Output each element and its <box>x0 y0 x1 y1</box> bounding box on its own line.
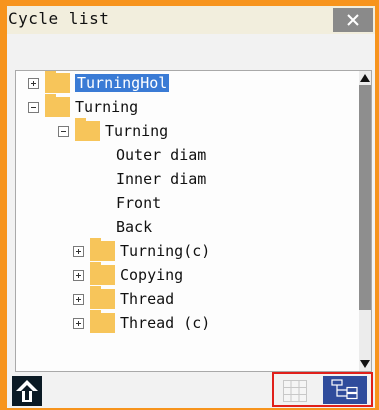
tree-item-label: Back <box>116 218 153 236</box>
window-title: Cycle list <box>8 9 110 28</box>
expand-icon[interactable] <box>73 317 84 329</box>
scroll-up-button[interactable] <box>359 71 371 85</box>
folder-icon <box>90 262 115 285</box>
close-icon <box>347 14 359 26</box>
collapse-icon[interactable] <box>58 125 69 137</box>
tree-item-label: Copying <box>120 266 184 284</box>
folder-icon <box>90 238 115 261</box>
close-button[interactable] <box>333 8 373 32</box>
tree-item-label: TurningHol <box>75 74 170 92</box>
scroll-down-icon <box>360 360 370 368</box>
expand-icon[interactable] <box>28 77 39 89</box>
folder-icon <box>45 94 70 117</box>
tree-item-label: Front <box>116 194 162 212</box>
tree-item-label: Turning(c) <box>120 242 211 260</box>
tree-item-turninghol[interactable]: TurningHol <box>28 71 170 95</box>
tree-item-label: Turning <box>105 122 169 140</box>
expand-icon[interactable] <box>73 293 84 305</box>
tree-item-copying[interactable]: Copying <box>73 262 184 287</box>
grid-view-button[interactable] <box>282 379 308 403</box>
folder-icon <box>90 286 115 309</box>
tree-item-label: Thread (c) <box>120 314 211 332</box>
folder-icon <box>75 118 100 141</box>
up-arrow-icon <box>12 376 42 406</box>
expand-icon[interactable] <box>73 269 84 281</box>
vertical-scrollbar[interactable] <box>359 71 371 371</box>
bottom-toolbar <box>7 372 375 408</box>
expand-icon[interactable] <box>73 245 84 257</box>
cycle-list-window: Cycle list TurningHol Turning Turning Ou… <box>7 6 375 408</box>
scroll-down-button[interactable] <box>359 357 371 371</box>
tree-item-outer-diam[interactable]: Outer diam <box>116 143 206 167</box>
tree-item-label: Turning <box>75 98 139 116</box>
tree-item-turning-c[interactable]: Turning(c) <box>73 238 211 263</box>
cycle-tree[interactable]: TurningHol Turning Turning Outer diam In… <box>15 70 372 372</box>
tree-item-label: Outer diam <box>116 146 207 164</box>
tree-item-thread-c[interactable]: Thread (c) <box>73 310 211 335</box>
scroll-thumb[interactable] <box>359 85 371 310</box>
tree-view-button[interactable] <box>323 376 367 404</box>
tree-item-front[interactable]: Front <box>116 191 161 215</box>
tree-item-turning-sub[interactable]: Turning <box>58 118 169 143</box>
tree-item-back[interactable]: Back <box>116 215 152 239</box>
tree-item-label: Inner diam <box>116 170 207 188</box>
tree-view-icon <box>331 379 358 400</box>
collapse-icon[interactable] <box>28 101 39 113</box>
tree-item-turning[interactable]: Turning <box>28 94 139 119</box>
tree-item-thread[interactable]: Thread <box>73 286 175 311</box>
grid-view-icon <box>283 380 307 402</box>
title-bar: Cycle list <box>7 6 375 34</box>
tree-item-label: Thread <box>120 290 175 308</box>
scroll-up-icon <box>360 74 370 82</box>
folder-icon <box>45 71 70 93</box>
folder-icon <box>90 310 115 333</box>
up-level-button[interactable] <box>7 375 47 407</box>
tree-item-inner-diam[interactable]: Inner diam <box>116 167 206 191</box>
